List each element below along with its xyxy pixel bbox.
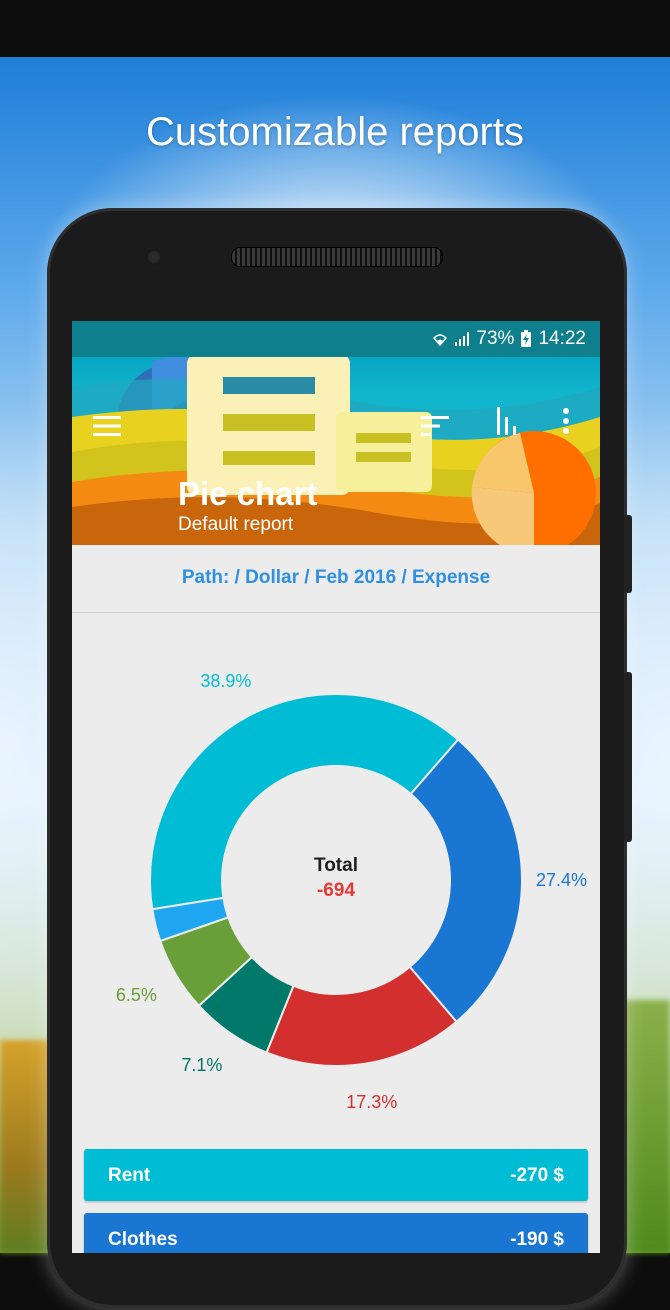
slice-percent-label: 17.3% [346, 1092, 398, 1113]
front-camera [146, 249, 162, 265]
battery-percent: 73% [476, 328, 515, 349]
donut-slice[interactable] [408, 738, 523, 1024]
slice-percent-label: 6.5% [115, 984, 157, 1005]
status-bar: 73% 14:22 [72, 321, 600, 357]
slice-percent-label: 7.1% [181, 1054, 223, 1075]
category-label: Clothes [108, 1229, 178, 1250]
chart-center-label: Total [314, 855, 358, 876]
category-row-rent[interactable]: Rent -270 $ [84, 1149, 588, 1201]
promo-headline: Customizable reports [146, 110, 524, 154]
donut-chart[interactable] [72, 321, 600, 1253]
clock-time: 14:22 [538, 328, 586, 349]
chart-center-value: -694 [316, 880, 356, 901]
page-subtitle: Default report [178, 514, 294, 535]
wifi-icon [433, 334, 448, 347]
slice-percent-label: 27.4% [535, 870, 588, 891]
category-row-clothes[interactable]: Clothes -190 $ [84, 1213, 588, 1253]
category-amount: -270 $ [510, 1165, 564, 1186]
slice-percent-label: 38.9% [200, 671, 252, 692]
category-amount: -190 $ [510, 1229, 564, 1250]
battery-charging-icon [521, 330, 532, 347]
app-screen: 73% 14:22 Pie chart Default report Path:… [72, 321, 600, 1253]
phone-speaker [231, 247, 443, 267]
phone-power-button [624, 515, 632, 593]
phone-volume-button [624, 672, 632, 842]
category-label: Rent [108, 1165, 151, 1186]
signal-icon [455, 332, 470, 346]
page-title: Pie chart [178, 475, 318, 512]
